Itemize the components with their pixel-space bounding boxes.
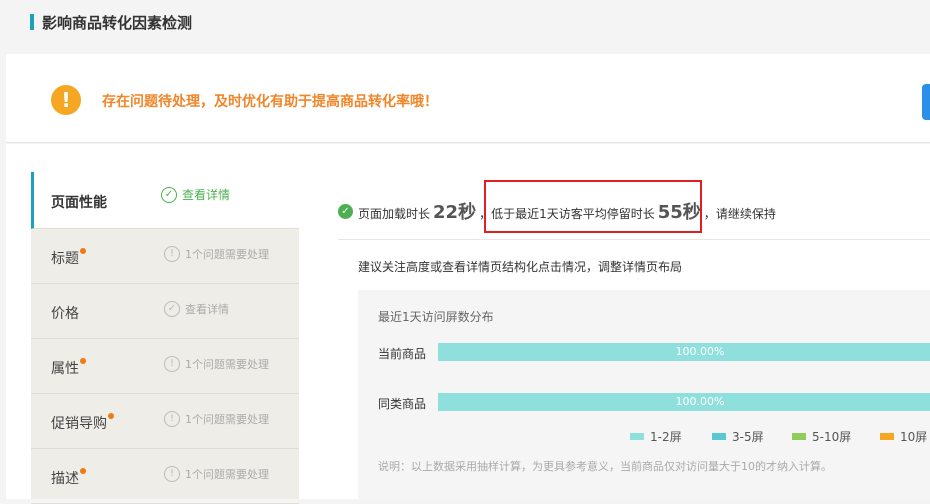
nav-item-promotion[interactable]: 促销导购 ! 1个问题需要处理 <box>31 394 299 449</box>
check-item-nav: 页面性能 ✓ 查看详情 标题 ! 1个问题需要处理 价格 ✓ 查看详情 属性 ! 1个问… <box>31 172 299 504</box>
warning-icon: ! <box>51 85 81 115</box>
nav-item-label: 标题 <box>51 248 86 268</box>
exclamation-circle-icon: ! <box>164 411 180 427</box>
legend-swatch <box>792 433 806 440</box>
summary-prefix: 页面加载时长 <box>358 207 431 221</box>
check-circle-icon: ✓ <box>161 186 177 203</box>
advice-text: 建议关注高度或查看详情页结构化点击情况，调整详情页布局 <box>358 260 683 274</box>
bar-value-label: 100.00% <box>675 345 725 358</box>
summary-separator: ， <box>703 207 716 221</box>
status-text: 1个问题需要处理 <box>185 358 269 371</box>
distribution-note: 说明：以上数据采用抽样计算，为更具参考意义，当前商品仅对访问量大于10的才纳入计… <box>378 460 832 473</box>
legend-label: 5-10屏 <box>812 430 852 444</box>
label-text: 促销导购 <box>51 416 107 432</box>
bar-current-product: 100.00% <box>438 343 930 361</box>
row-label-current: 当前商品 <box>378 347 427 361</box>
title-accent-bar <box>30 14 34 30</box>
screen-distribution-panel: 最近1天访问屏数分布 当前商品 100.00% 同类商品 100.00% 1-2… <box>358 290 930 499</box>
legend-label: 3-5屏 <box>732 430 764 444</box>
legend-item-1-2: 1-2屏 <box>630 428 682 445</box>
action-button-edge[interactable] <box>922 84 930 120</box>
alert-message: 存在问题待处理，及时优化有助于提高商品转化率哦！ <box>102 94 438 110</box>
exclamation-circle-icon: ! <box>164 246 180 262</box>
load-time-value: 22秒 <box>433 202 477 223</box>
issue-dot-icon <box>80 358 86 364</box>
label-text: 属性 <box>51 361 79 377</box>
legend-swatch <box>712 433 726 440</box>
legend-item-3-5: 3-5屏 <box>712 428 764 445</box>
legend-item-10: 10屏 <box>880 428 927 445</box>
view-details-link[interactable]: ✓ 查看详情 <box>161 186 230 203</box>
nav-item-attributes[interactable]: 属性 ! 1个问题需要处理 <box>31 339 299 394</box>
view-details-link[interactable]: ✓ 查看详情 <box>164 301 229 317</box>
issue-status: ! 1个问题需要处理 <box>164 356 269 372</box>
nav-item-label: 描述 <box>51 468 86 488</box>
check-circle-icon: ✓ <box>164 301 180 317</box>
alert-panel: ! 存在问题待处理，及时优化有助于提高商品转化率哦！ <box>6 54 930 143</box>
page-title: 影响商品转化因素检测 <box>42 13 193 32</box>
nav-item-title[interactable]: 标题 ! 1个问题需要处理 <box>31 229 299 284</box>
issue-status: ! 1个问题需要处理 <box>164 411 269 427</box>
nav-item-page-performance[interactable]: 页面性能 ✓ 查看详情 <box>31 172 299 229</box>
label-text: 标题 <box>51 251 79 267</box>
divider <box>338 239 930 240</box>
issue-dot-icon <box>80 468 86 474</box>
legend-swatch <box>630 433 644 440</box>
nav-item-label: 属性 <box>51 358 86 378</box>
status-text: 1个问题需要处理 <box>185 413 269 426</box>
status-text: 查看详情 <box>182 188 231 202</box>
legend-label: 10屏 <box>900 430 928 444</box>
issue-status: ! 1个问题需要处理 <box>164 246 269 262</box>
issue-dot-icon <box>80 248 86 254</box>
bar-similar-product: 100.00% <box>438 393 930 411</box>
summary-suffix: 请继续保持 <box>715 207 776 221</box>
status-text: 1个问题需要处理 <box>185 248 269 261</box>
issue-status: ! 1个问题需要处理 <box>164 466 269 482</box>
status-text: 1个问题需要处理 <box>185 468 269 481</box>
nav-item-label: 页面性能 <box>51 195 107 211</box>
nav-item-label: 价格 <box>51 306 79 322</box>
row-label-similar: 同类商品 <box>378 397 427 411</box>
legend-swatch <box>880 433 894 440</box>
label-text: 描述 <box>51 471 79 487</box>
page-header: 影响商品转化因素检测 <box>30 8 192 36</box>
legend-item-5-10: 5-10屏 <box>792 428 851 445</box>
status-text: 查看详情 <box>185 303 229 316</box>
bar-value-label: 100.00% <box>675 395 725 408</box>
distribution-title: 最近1天访问屏数分布 <box>378 310 494 324</box>
nav-item-description[interactable]: 描述 ! 1个问题需要处理 <box>31 449 299 504</box>
issue-dot-icon <box>108 413 114 419</box>
nav-item-price[interactable]: 价格 ✓ 查看详情 <box>31 284 299 339</box>
main-panel: 页面性能 ✓ 查看详情 标题 ! 1个问题需要处理 价格 ✓ 查看详情 属性 ! 1个问… <box>6 144 930 504</box>
check-circle-icon: ✓ <box>338 203 353 219</box>
exclamation-circle-icon: ! <box>164 466 180 482</box>
nav-item-label: 促销导购 <box>51 413 114 433</box>
highlight-box <box>484 180 702 233</box>
exclamation-circle-icon: ! <box>164 356 180 372</box>
legend-label: 1-2屏 <box>650 430 682 444</box>
